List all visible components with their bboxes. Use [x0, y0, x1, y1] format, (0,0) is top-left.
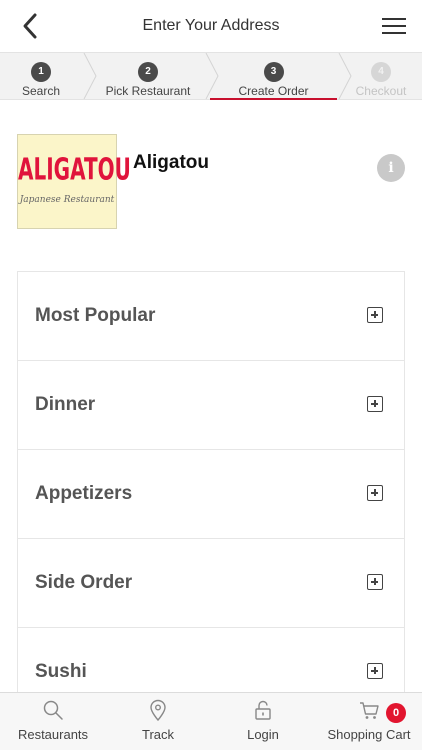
unlock-icon — [255, 700, 271, 720]
logo-subtext: Japanese Restaurant — [19, 195, 115, 205]
tab-restaurants[interactable]: Restaurants — [0, 693, 106, 750]
order-steps: 1 Search 2 Pick Restaurant 3 Create Orde… — [0, 52, 422, 100]
category-dinner[interactable]: Dinner — [18, 361, 404, 450]
step-number: 4 — [371, 62, 391, 82]
category-appetizers[interactable]: Appetizers — [18, 450, 404, 539]
step-label: Create Order — [238, 84, 309, 98]
category-label: Sushi — [35, 661, 87, 682]
step-divider — [338, 53, 352, 99]
expand-plus-icon[interactable] — [367, 574, 383, 590]
cart-count-badge: 0 — [386, 703, 406, 723]
step-checkout: 4 Checkout — [352, 53, 410, 99]
info-icon[interactable]: i — [377, 154, 405, 182]
logo-text: ALIGATOU — [18, 151, 131, 187]
bottom-tab-bar: Restaurants Track Login 0 Shopping Cart — [0, 692, 422, 750]
tab-login[interactable]: Login — [210, 693, 316, 750]
step-number: 3 — [263, 62, 284, 82]
tab-label: Shopping Cart — [327, 727, 411, 742]
active-step-indicator — [210, 98, 337, 100]
cart-icon — [360, 702, 379, 719]
search-icon — [43, 700, 63, 720]
page-title: Enter Your Address — [142, 17, 280, 34]
category-label: Most Popular — [35, 305, 156, 326]
step-search[interactable]: 1 Search — [0, 53, 82, 99]
app-header: Enter Your Address — [0, 0, 422, 52]
step-label: Checkout — [355, 84, 407, 98]
menu-categories: Most Popular Dinner Appetizers Side Orde… — [17, 271, 405, 718]
expand-plus-icon[interactable] — [367, 663, 383, 679]
expand-plus-icon[interactable] — [367, 307, 383, 323]
category-side-order[interactable]: Side Order — [18, 539, 404, 628]
expand-plus-icon[interactable] — [367, 396, 383, 412]
expand-plus-icon[interactable] — [367, 485, 383, 501]
step-pick-restaurant[interactable]: 2 Pick Restaurant — [98, 53, 198, 99]
category-most-popular[interactable]: Most Popular — [18, 272, 404, 361]
step-divider — [83, 53, 97, 99]
menu-button[interactable] — [380, 14, 408, 38]
step-label: Pick Restaurant — [105, 84, 191, 98]
step-number: 2 — [138, 62, 158, 82]
category-label: Side Order — [35, 572, 133, 593]
category-label: Appetizers — [35, 483, 133, 504]
step-label: Search — [21, 84, 61, 98]
hamburger-menu-icon — [382, 18, 406, 34]
tab-track[interactable]: Track — [106, 693, 210, 750]
restaurant-name: Aligatou — [133, 152, 209, 173]
step-number: 1 — [31, 62, 51, 82]
category-label: Dinner — [35, 394, 96, 415]
tab-label: Login — [247, 727, 279, 742]
tab-label: Track — [141, 727, 175, 742]
tab-shopping-cart[interactable]: 0 Shopping Cart — [316, 693, 422, 750]
step-create-order[interactable]: 3 Create Order — [210, 53, 337, 100]
restaurant-logo: ALIGATOU Japanese Restaurant — [17, 134, 131, 229]
location-pin-icon — [150, 699, 166, 721]
tab-label: Restaurants — [17, 727, 89, 742]
